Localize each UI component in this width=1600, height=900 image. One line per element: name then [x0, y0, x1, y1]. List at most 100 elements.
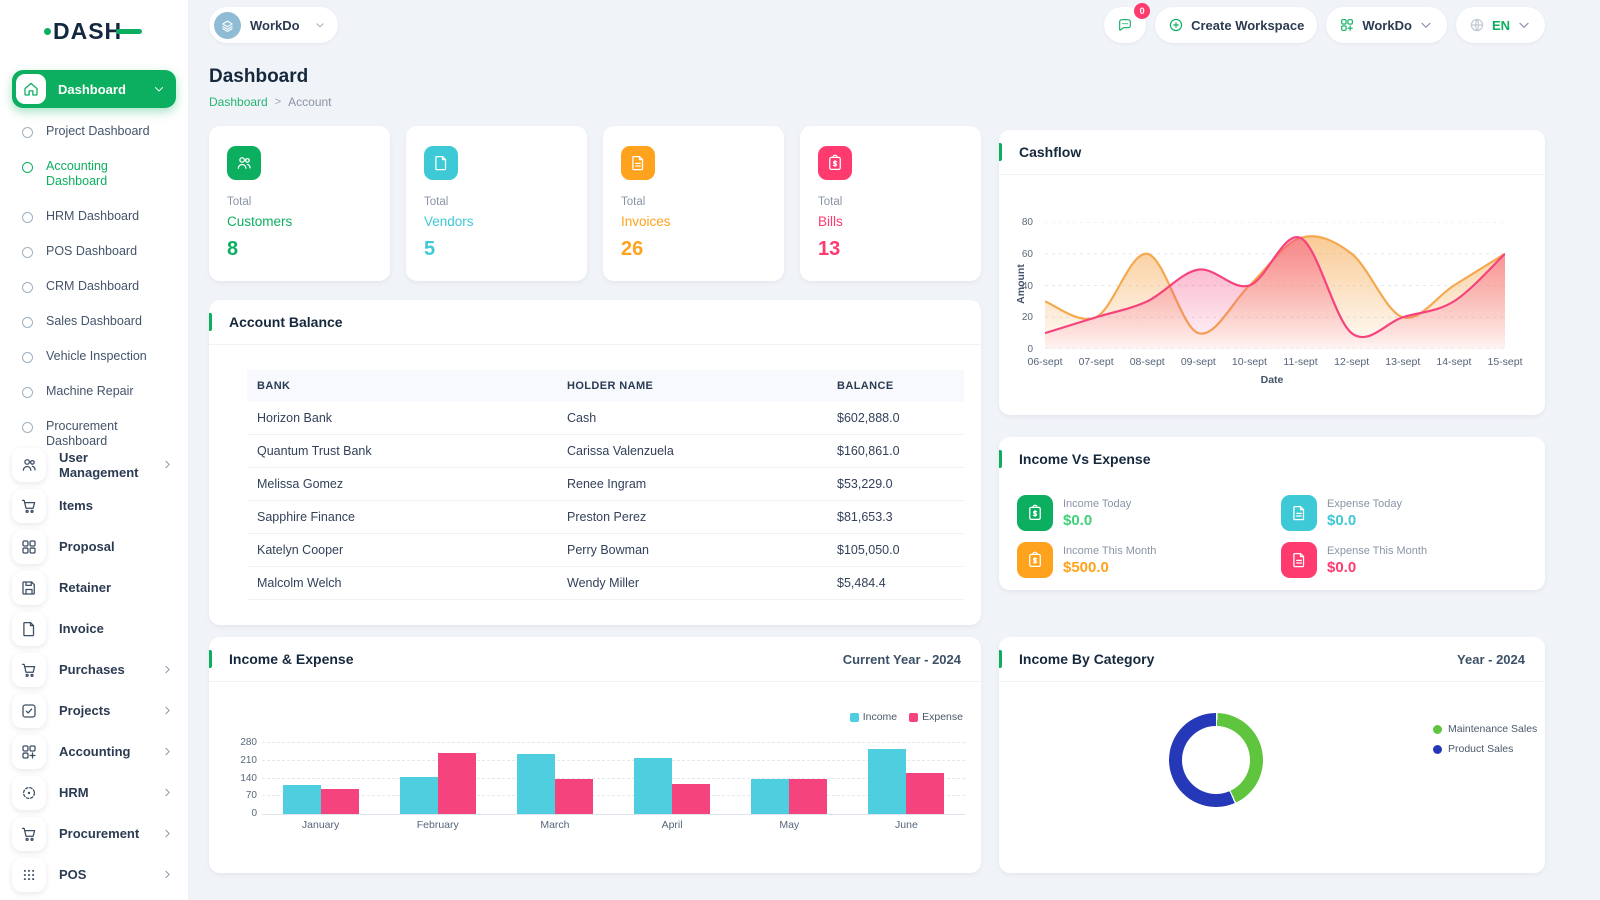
sidebar-subitem[interactable]: Project Dashboard	[0, 114, 188, 149]
language-button[interactable]: EN	[1456, 7, 1545, 43]
sidebar-subitem[interactable]: Vehicle Inspection	[0, 339, 188, 374]
table-column-header: HOLDER NAME	[557, 370, 827, 402]
sidebar-item-invoice[interactable]: Invoice	[0, 608, 188, 649]
income-by-category-card: Income By Category Year - 2024 Maintenan…	[999, 637, 1545, 873]
sidebar-subitem[interactable]: Machine Repair	[0, 374, 188, 409]
messages-button[interactable]: 0	[1104, 7, 1146, 43]
sidebar-item-accounting[interactable]: Accounting	[0, 731, 188, 772]
table-row: Quantum Trust BankCarissa Valenzuela$160…	[247, 435, 964, 468]
sidebar-item-procurement[interactable]: Procurement	[0, 813, 188, 854]
y-tick-label: 0	[999, 344, 1033, 355]
topbar-actions: 0 Create Workspace WorkDo EN	[1104, 7, 1545, 43]
save-icon	[12, 571, 46, 605]
x-tick-label: 10-sept	[1227, 356, 1271, 368]
ive-tile-expense-today: Expense Today$0.0	[1281, 495, 1527, 531]
ive-tile-expense-this-month: Expense This Month$0.0	[1281, 542, 1527, 578]
file-text-icon	[1290, 551, 1308, 569]
sidebar-subitem[interactable]: HRM Dashboard	[0, 199, 188, 234]
x-tick-label: 13-sept	[1381, 356, 1425, 368]
file-text-icon	[1281, 542, 1317, 578]
file-icon	[12, 612, 46, 646]
sidebar-item-user-management[interactable]: User Management	[0, 444, 188, 485]
sidebar-item-purchases[interactable]: Purchases	[0, 649, 188, 690]
sidebar-item-hrm[interactable]: HRM	[0, 772, 188, 813]
expense-bar-january	[321, 789, 359, 814]
x-tick-label: February	[379, 819, 496, 831]
cashflow-card: Cashflow Amount 020406080 06-sept07-sept…	[999, 130, 1545, 415]
language-label: EN	[1492, 18, 1510, 33]
circle-dot-icon	[22, 247, 33, 258]
table-cell: $160,861.0	[827, 435, 964, 468]
stat-value: 26	[621, 238, 643, 261]
account-balance-card: Account Balance BANKHOLDER NAMEBALANCE H…	[209, 300, 981, 625]
table-cell: Preston Perez	[557, 501, 827, 534]
check-square-icon	[12, 694, 46, 728]
sidebar-item-dashboard[interactable]: Dashboard	[12, 70, 176, 108]
circle-dot-icon	[22, 212, 33, 223]
ive-tile-income-this-month: Income This Month$500.0	[1017, 542, 1281, 578]
create-workspace-button[interactable]: Create Workspace	[1155, 7, 1317, 43]
workspace-name: WorkDo	[250, 18, 300, 33]
sidebar-item-proposal[interactable]: Proposal	[0, 526, 188, 567]
stat-value: 8	[227, 238, 238, 261]
sidebar-item-label: Items	[59, 498, 161, 513]
breadcrumb-separator: >	[275, 96, 281, 108]
grid-plus-icon	[20, 743, 38, 761]
sidebar-item-label: Accounting	[59, 744, 161, 759]
workdo-menu-label: WorkDo	[1362, 18, 1412, 33]
sidebar-item-retainer[interactable]: Retainer	[0, 567, 188, 608]
workdo-menu-button[interactable]: WorkDo	[1326, 7, 1447, 43]
sidebar-item-pos[interactable]: POS	[0, 854, 188, 895]
workspace-switcher[interactable]: WorkDo	[209, 7, 338, 43]
circle-dot-icon	[22, 387, 33, 398]
table-cell: $105,050.0	[827, 534, 964, 567]
sidebar-subitem[interactable]: CRM Dashboard	[0, 269, 188, 304]
y-tick-label: 20	[999, 312, 1033, 323]
table-row: Horizon BankCash$602,888.0	[247, 402, 964, 435]
sidebar-menu: User Management Items Proposal Retainer Invo…	[0, 444, 188, 895]
users-icon	[12, 448, 46, 482]
x-tick-label: 12-sept	[1330, 356, 1374, 368]
income-expense-card: Income & Expense Current Year - 2024 Inc…	[209, 637, 981, 873]
table-cell: Malcolm Welch	[247, 567, 557, 600]
table-cell: Melissa Gomez	[247, 468, 557, 501]
create-workspace-label: Create Workspace	[1191, 18, 1304, 33]
x-tick-label: 11-sept	[1279, 356, 1323, 368]
stat-card-customers: TotalCustomers8	[209, 126, 390, 281]
clipboard-dollar-icon	[1026, 504, 1044, 522]
stat-name: Vendors	[424, 214, 474, 229]
donut-legend: Maintenance SalesProduct Sales	[1433, 723, 1537, 763]
dots-grid-icon	[12, 858, 46, 892]
app-logo[interactable]: DASH	[44, 16, 142, 46]
tile-value: $0.0	[1327, 559, 1427, 576]
sidebar-subitem[interactable]: Sales Dashboard	[0, 304, 188, 339]
sidebar-subitem[interactable]: POS Dashboard	[0, 234, 188, 269]
file-icon	[20, 620, 38, 638]
circle-dot-icon	[22, 127, 33, 138]
sidebar-item-label: Procurement	[59, 826, 161, 841]
sidebar-item-label: HRM	[59, 785, 161, 800]
chevron-right-icon	[161, 458, 174, 471]
sidebar-item-label: Retainer	[59, 580, 161, 595]
file-text-icon	[1281, 495, 1317, 531]
expense-bar-june	[906, 773, 944, 814]
sidebar-item-projects[interactable]: Projects	[0, 690, 188, 731]
stat-value: 13	[818, 238, 840, 261]
sidebar-item-items[interactable]: Items	[0, 485, 188, 526]
sidebar-subitem[interactable]: Accounting Dashboard	[0, 149, 188, 199]
breadcrumb-dashboard-link[interactable]: Dashboard	[209, 95, 268, 109]
chevron-right-icon	[161, 827, 174, 840]
users-icon	[227, 146, 261, 180]
cart-icon	[20, 661, 38, 679]
sidebar-subitem-label: Accounting Dashboard	[46, 159, 168, 189]
sidebar: DASH Dashboard Project Dashboard Accounti…	[0, 0, 188, 900]
sidebar-subitem-label: POS Dashboard	[46, 244, 168, 259]
donut-chart	[1169, 713, 1263, 807]
table-row: Sapphire FinancePreston Perez$81,653.3	[247, 501, 964, 534]
cashflow-title: Cashflow	[1019, 144, 1525, 160]
save-icon	[20, 579, 38, 597]
stat-name: Bills	[818, 214, 843, 229]
income-by-category-subtitle: Year - 2024	[1457, 652, 1525, 667]
file-icon	[424, 146, 458, 180]
tile-value: $0.0	[1063, 512, 1131, 529]
